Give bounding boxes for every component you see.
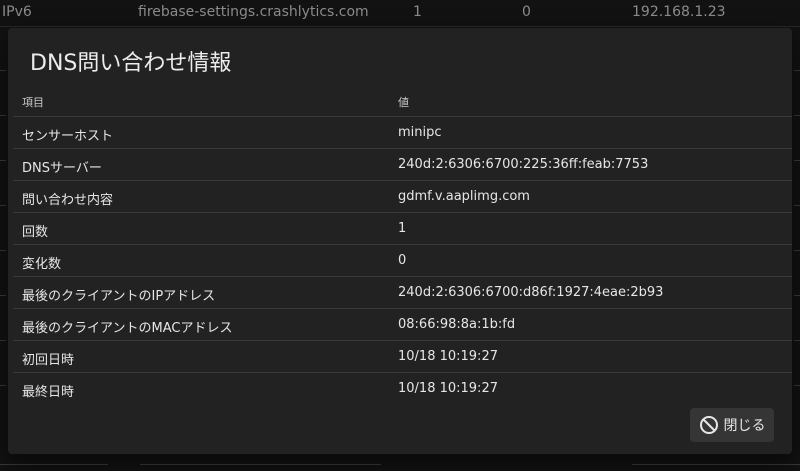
background-cell-divider — [632, 464, 800, 465]
table-row-changes: 変化数 0 — [13, 245, 792, 277]
background-count-cell: 1 — [413, 4, 422, 20]
background-row-divider — [794, 385, 800, 386]
table-row-sensor-host: センサーホスト minipc — [13, 117, 792, 149]
row-value: 240d:2:6306:6700:225:36ff:feab:7753 — [398, 157, 649, 172]
row-key: 回数 — [22, 225, 49, 240]
background-row-divider — [0, 340, 6, 341]
background-client-ip-cell: 192.168.1.23 — [632, 4, 726, 20]
background-row-divider — [0, 385, 6, 386]
background-row-divider — [0, 205, 6, 206]
row-key: DNSサーバー — [22, 161, 102, 176]
header-value: 値 — [398, 96, 409, 109]
row-key: 最後のクライアントのIPアドレス — [22, 289, 216, 304]
background-row-divider — [794, 70, 800, 71]
background-cell-divider — [140, 464, 381, 465]
row-key: 最終日時 — [22, 385, 75, 400]
background-row-divider — [794, 115, 800, 116]
table-row-last-client-ip: 最後のクライアントのIPアドレス 240d:2:6306:6700:d86f:1… — [13, 277, 792, 309]
row-value: minipc — [398, 125, 442, 140]
row-value: 1 — [398, 221, 407, 236]
row-value: gdmf.v.aaplimg.com — [398, 189, 530, 204]
dialog-title: DNS問い合わせ情報 — [30, 51, 232, 76]
row-value: 10/18 10:19:27 — [398, 349, 498, 364]
table-row-last-seen: 最終日時 10/18 10:19:27 — [13, 373, 792, 404]
background-row-divider — [794, 205, 800, 206]
background-protocol-cell: IPv6 — [2, 4, 32, 20]
table-row-count: 回数 1 — [13, 213, 792, 245]
background-row-divider — [0, 115, 6, 116]
background-row-divider — [794, 160, 800, 161]
table-row-first-seen: 初回日時 10/18 10:19:27 — [13, 341, 792, 373]
row-value: 10/18 10:19:27 — [398, 381, 498, 396]
row-value: 08:66:98:8a:1b:fd — [398, 317, 516, 332]
header-item: 項目 — [22, 96, 44, 109]
dns-info-table: 項目 値 センサーホスト minipc DNSサーバー 240d:2:6306:… — [13, 86, 792, 404]
background-cell-divider — [0, 464, 108, 465]
table-row-query: 問い合わせ内容 gdmf.v.aaplimg.com — [13, 181, 792, 213]
background-row-divider — [0, 250, 6, 251]
row-value: 0 — [398, 253, 407, 268]
row-key: 最後のクライアントのMACアドレス — [22, 321, 233, 336]
background-row-divider — [794, 295, 800, 296]
table-header: 項目 値 — [13, 86, 792, 117]
block-icon — [699, 415, 719, 435]
background-row-divider — [0, 295, 6, 296]
background-row-divider — [794, 340, 800, 341]
close-button[interactable]: 閉じる — [690, 408, 774, 442]
row-key: 初回日時 — [22, 353, 75, 368]
close-button-label: 閉じる — [723, 418, 766, 434]
row-value: 240d:2:6306:6700:d86f:1927:4eae:2b93 — [398, 285, 664, 300]
table-row-dns-server: DNSサーバー 240d:2:6306:6700:225:36ff:feab:7… — [13, 149, 792, 181]
background-table-row[interactable]: IPv6 firebase-settings.crashlytics.com 1… — [0, 0, 800, 27]
background-changes-cell: 0 — [522, 4, 531, 20]
row-key: 変化数 — [22, 257, 62, 272]
row-key: 問い合わせ内容 — [22, 193, 114, 208]
background-domain-cell: firebase-settings.crashlytics.com — [138, 4, 369, 20]
background-row-divider — [794, 250, 800, 251]
background-row-divider — [0, 70, 6, 71]
background-row-divider — [0, 160, 6, 161]
row-key: センサーホスト — [22, 129, 114, 144]
table-row-last-client-mac: 最後のクライアントのMACアドレス 08:66:98:8a:1b:fd — [13, 309, 792, 341]
dns-query-info-dialog: DNS問い合わせ情報 項目 値 センサーホスト minipc DNSサーバー 2… — [8, 28, 792, 454]
